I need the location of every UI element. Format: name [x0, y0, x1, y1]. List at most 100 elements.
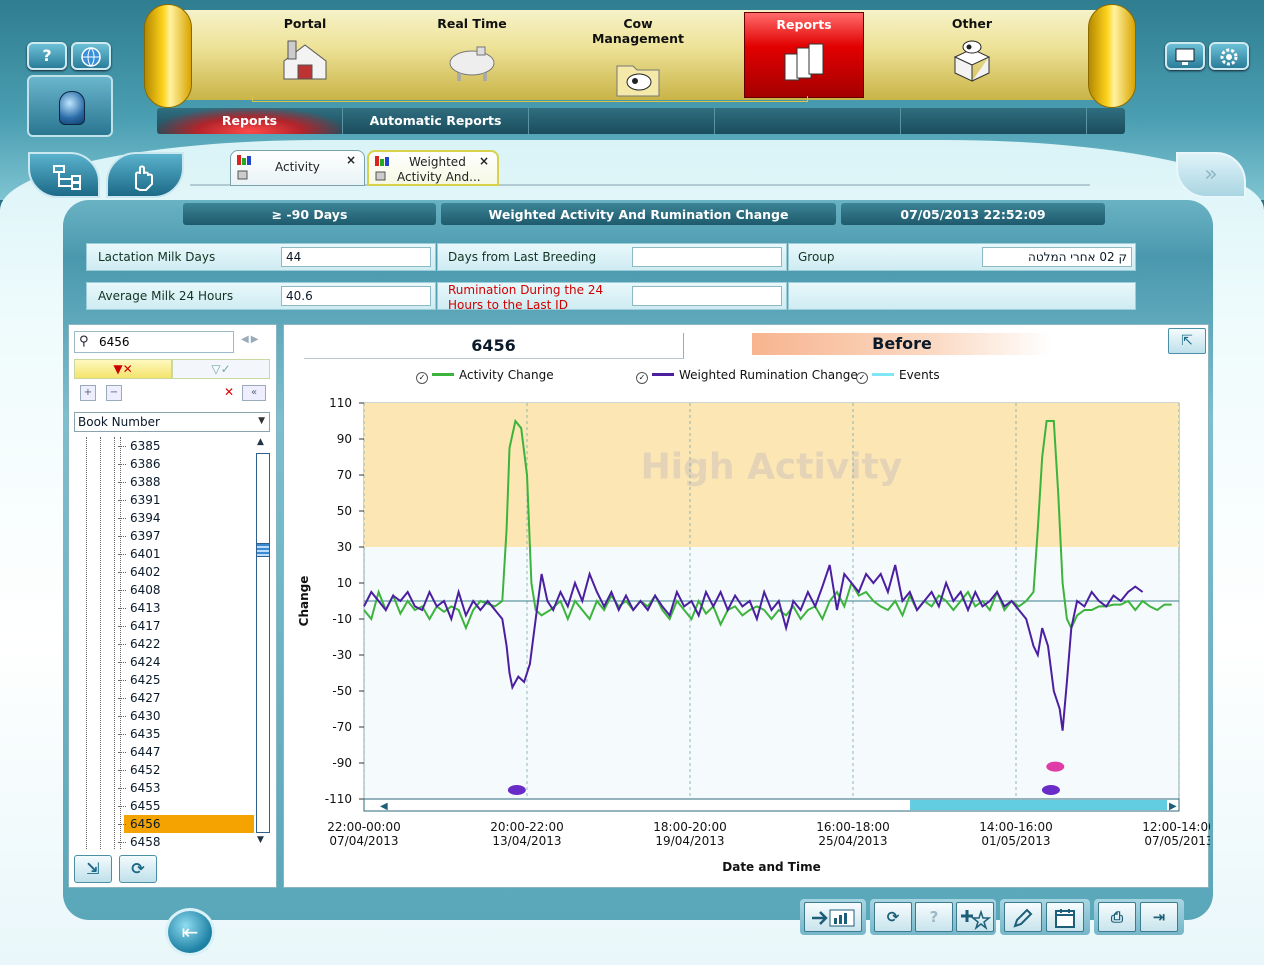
sort-field-select[interactable]: Book Number ▼ [74, 412, 270, 432]
list-item[interactable]: 6452 [118, 761, 254, 779]
group-value: ק 02 אחרי המלטה [982, 247, 1132, 267]
list-item[interactable]: 6413 [118, 599, 254, 617]
menu-roller-left [144, 4, 192, 108]
datetime-header: 07/05/2013 22:52:09 [841, 203, 1105, 225]
list-item[interactable]: 6408 [118, 581, 254, 599]
help-toolbar-button[interactable]: ? [915, 902, 953, 932]
y-tick-label: -50 [332, 684, 352, 698]
settings-button[interactable] [1209, 42, 1249, 70]
calendar-button[interactable] [1046, 902, 1084, 932]
list-item[interactable]: 6388 [118, 473, 254, 491]
monitor-button[interactable] [1165, 42, 1205, 70]
event-cow-icon[interactable] [1046, 761, 1065, 772]
menu-reports[interactable]: Reports [744, 12, 864, 98]
info-rumination: Rumination During the 24 Hours to the La… [437, 282, 787, 312]
search-nav-arrows-icon[interactable]: ◀▶ [241, 334, 260, 345]
menu-cow-management[interactable]: Cow Management [578, 12, 698, 98]
list-item[interactable]: 6417 [118, 617, 254, 635]
list-item[interactable]: 6427 [118, 689, 254, 707]
scroll-left-icon[interactable]: ◀ [380, 801, 388, 812]
list-scrollbar[interactable]: ▲ ▼ [254, 437, 270, 849]
tab-weighted-close-icon[interactable]: × [479, 154, 489, 168]
print-button[interactable]: ⎙ [1098, 902, 1136, 932]
chart-hscroll-thumb[interactable] [910, 800, 1167, 810]
exit-button[interactable]: ⇤ [165, 908, 215, 956]
list-item[interactable]: 6435 [118, 725, 254, 743]
scroll-down-icon[interactable]: ▼ [257, 835, 264, 845]
select-cow-button[interactable]: ⇲ [74, 855, 112, 883]
menu-real-time[interactable]: Real Time [412, 12, 532, 98]
padlock-icon [59, 91, 85, 125]
scroll-up-icon[interactable]: ▲ [257, 437, 264, 447]
delete-icon[interactable]: ✕ [224, 385, 234, 399]
y-tick-label: -90 [332, 756, 352, 770]
list-item[interactable]: 6402 [118, 563, 254, 581]
list-item[interactable]: 6458 [118, 833, 254, 849]
x-tick-label: 07/04/2013 [329, 834, 398, 848]
info-lactation: Lactation Milk Days 44 [86, 243, 436, 271]
list-item[interactable]: 6447 [118, 743, 254, 761]
add-favorite-button[interactable] [956, 902, 994, 932]
x-tick-label: 12:00-14:00 [1142, 820, 1210, 834]
export-report-button[interactable] [804, 902, 862, 932]
scroll-right-icon[interactable]: ▶ [1169, 801, 1177, 812]
list-item[interactable]: 6422 [118, 635, 254, 653]
report-lock-icon [237, 155, 251, 180]
help-button[interactable]: ? [27, 42, 67, 70]
list-item[interactable]: 6456 [118, 815, 254, 833]
collapse-all-icon[interactable]: « [242, 385, 266, 401]
refresh-button[interactable]: ⟳ [874, 902, 912, 932]
submenu-automatic-reports[interactable]: Automatic Reports [343, 108, 529, 134]
list-item[interactable]: 6453 [118, 779, 254, 797]
event-cow-icon[interactable] [507, 785, 526, 795]
tab-activity-close-icon[interactable]: × [346, 153, 356, 167]
list-item[interactable]: 6425 [118, 671, 254, 689]
tab-activity-label: Activity [275, 160, 320, 174]
refresh-list-button[interactable]: ⟳ [119, 855, 157, 883]
x-tick-label: 16:00-18:00 [816, 820, 890, 834]
forward-arrows-button[interactable]: » [1176, 152, 1246, 198]
list-item[interactable]: 6385 [118, 437, 254, 455]
list-item[interactable]: 6401 [118, 545, 254, 563]
report-export-icon [812, 909, 855, 927]
menu-cow-management-label: Cow Management [591, 16, 684, 46]
submenu-reports[interactable]: Reports [157, 108, 343, 134]
menu-real-time-label: Real Time [437, 16, 507, 31]
scroll-thumb[interactable] [256, 543, 270, 557]
hand-pointer-button[interactable] [106, 152, 184, 198]
high-activity-label: High Activity [641, 447, 903, 488]
clear-filter-button[interactable]: ▼✕ [74, 359, 172, 379]
list-item[interactable]: 6455 [118, 797, 254, 815]
tab-activity[interactable]: Activity × [230, 150, 365, 186]
x-tick-label: 07/05/2013 [1144, 834, 1210, 848]
list-item[interactable]: 6386 [118, 455, 254, 473]
info-avg-milk: Average Milk 24 Hours 40.6 [86, 282, 436, 310]
rumination-label-line2: Hours to the Last ID [448, 298, 568, 312]
report-lock-icon [375, 156, 389, 181]
tab-weighted-label-line1: Weighted [409, 155, 466, 169]
apply-filter-button[interactable]: ▽✓ [172, 359, 270, 379]
tree-view-button[interactable] [28, 152, 100, 198]
list-item[interactable]: 6394 [118, 509, 254, 527]
list-item[interactable]: 6430 [118, 707, 254, 725]
event-cow-icon[interactable] [1041, 785, 1060, 795]
edit-button[interactable] [1004, 902, 1042, 932]
lock-panel[interactable] [27, 75, 113, 137]
sort-field-value: Book Number [78, 415, 160, 429]
list-item[interactable]: 6397 [118, 527, 254, 545]
search-box: ⚲ [74, 331, 234, 353]
search-icon: ⚲ [79, 334, 89, 349]
remove-group-icon[interactable]: − [106, 385, 122, 401]
y-tick-label: 50 [337, 504, 352, 518]
menu-portal[interactable]: Portal [245, 12, 365, 98]
menu-other[interactable]: Other [912, 12, 1032, 98]
search-input[interactable] [99, 334, 229, 350]
menu-underline [252, 96, 808, 102]
scroll-track[interactable] [256, 453, 270, 833]
tab-weighted-activity[interactable]: Weighted Activity And... × [367, 150, 499, 186]
list-item[interactable]: 6391 [118, 491, 254, 509]
add-group-icon[interactable]: + [80, 385, 96, 401]
globe-button[interactable] [71, 42, 111, 70]
export-button[interactable]: ⇥ [1140, 902, 1178, 932]
list-item[interactable]: 6424 [118, 653, 254, 671]
